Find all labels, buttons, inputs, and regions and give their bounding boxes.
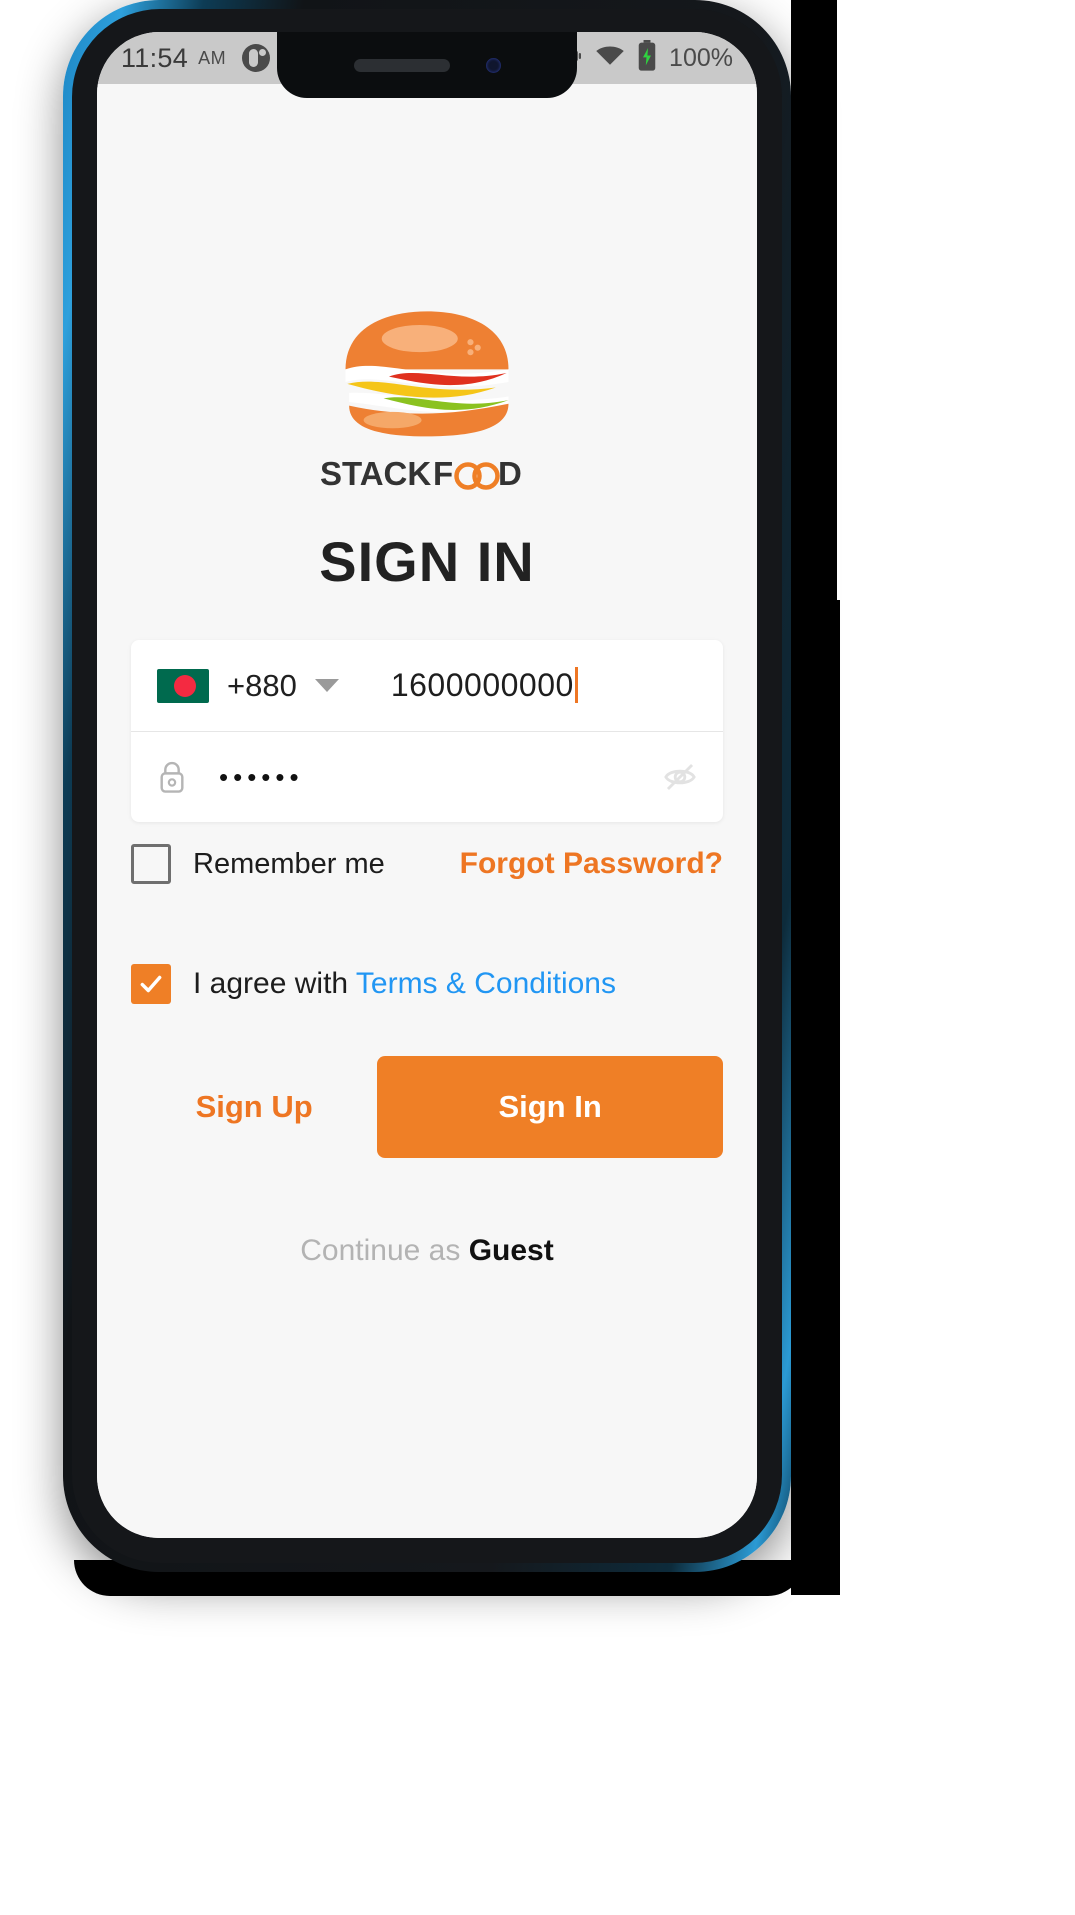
sign-up-button[interactable]: Sign Up (131, 1089, 377, 1125)
status-am-pm: AM (198, 47, 227, 68)
guest-strong-label: Guest (468, 1234, 554, 1267)
terms-prefix-label: I agree with (193, 967, 349, 1000)
phone-number-value: 1600000000 (390, 667, 574, 703)
chevron-down-icon[interactable] (314, 679, 339, 692)
status-bar-right: 100% (553, 39, 757, 77)
brand-wordmark: STACK F D (320, 452, 534, 496)
terms-text: I agree with Terms & Conditions (193, 967, 616, 1001)
bangladesh-flag-icon (157, 668, 209, 703)
terms-checkbox[interactable] (131, 964, 171, 1004)
background-slab-lower (816, 600, 840, 1595)
eye-off-icon[interactable] (663, 760, 697, 794)
wordmark-d: D (498, 455, 522, 492)
forgot-password-link[interactable]: Forgot Password? (460, 847, 723, 881)
terms-agreement-row: I agree with Terms & Conditions (131, 964, 723, 1004)
password-input-row[interactable]: •••••• (131, 732, 723, 822)
burger-logo-icon (345, 311, 509, 437)
phone-input-row[interactable]: +880 1600000000 (131, 640, 723, 732)
wordmark-f: F (433, 455, 453, 492)
battery-charging-icon (637, 39, 657, 77)
action-button-row: Sign Up Sign In (131, 1056, 723, 1158)
battery-percent-label: 100% (669, 43, 733, 72)
password-masked-value: •••••• (219, 761, 304, 792)
app-content: STACK F D SIGN IN +880 1600000000 ••••••… (97, 84, 757, 1538)
wifi-icon (595, 44, 625, 73)
guest-prefix-label: Continue as (300, 1234, 461, 1267)
app-badge-icon (242, 44, 271, 72)
page-title: SIGN IN (319, 530, 535, 593)
sign-in-button[interactable]: Sign In (377, 1056, 723, 1158)
lock-icon (160, 761, 184, 793)
remember-me-checkbox[interactable] (131, 844, 171, 884)
front-camera (485, 57, 501, 73)
status-bar-left: 11:54 AM (97, 42, 271, 74)
earpiece-speaker (353, 58, 450, 72)
phone-number-input[interactable]: 1600000000 (391, 667, 578, 704)
login-form-card: +880 1600000000 •••••• (131, 640, 723, 822)
phone-device: 11:54 AM 100% STACK F D SIGN IN +880 160… (63, 0, 791, 1572)
check-icon (140, 975, 162, 993)
remember-me-label: Remember me (193, 847, 385, 880)
remember-forgot-row: Remember me Forgot Password? (131, 844, 723, 884)
continue-as-guest[interactable]: Continue as Guest (97, 1234, 757, 1268)
phone-screen: 11:54 AM 100% STACK F D SIGN IN +880 160… (97, 32, 757, 1538)
status-time: 11:54 (121, 42, 189, 73)
screenshot-root: 11:54 AM 100% STACK F D SIGN IN +880 160… (0, 0, 1075, 1915)
country-dial-code[interactable]: +880 (227, 668, 297, 704)
phone-notch (277, 32, 577, 98)
wordmark-stack: STACK (320, 455, 431, 492)
text-cursor (574, 667, 578, 703)
terms-conditions-link[interactable]: Terms & Conditions (356, 967, 616, 1000)
brand-logo: STACK F D (97, 306, 757, 496)
